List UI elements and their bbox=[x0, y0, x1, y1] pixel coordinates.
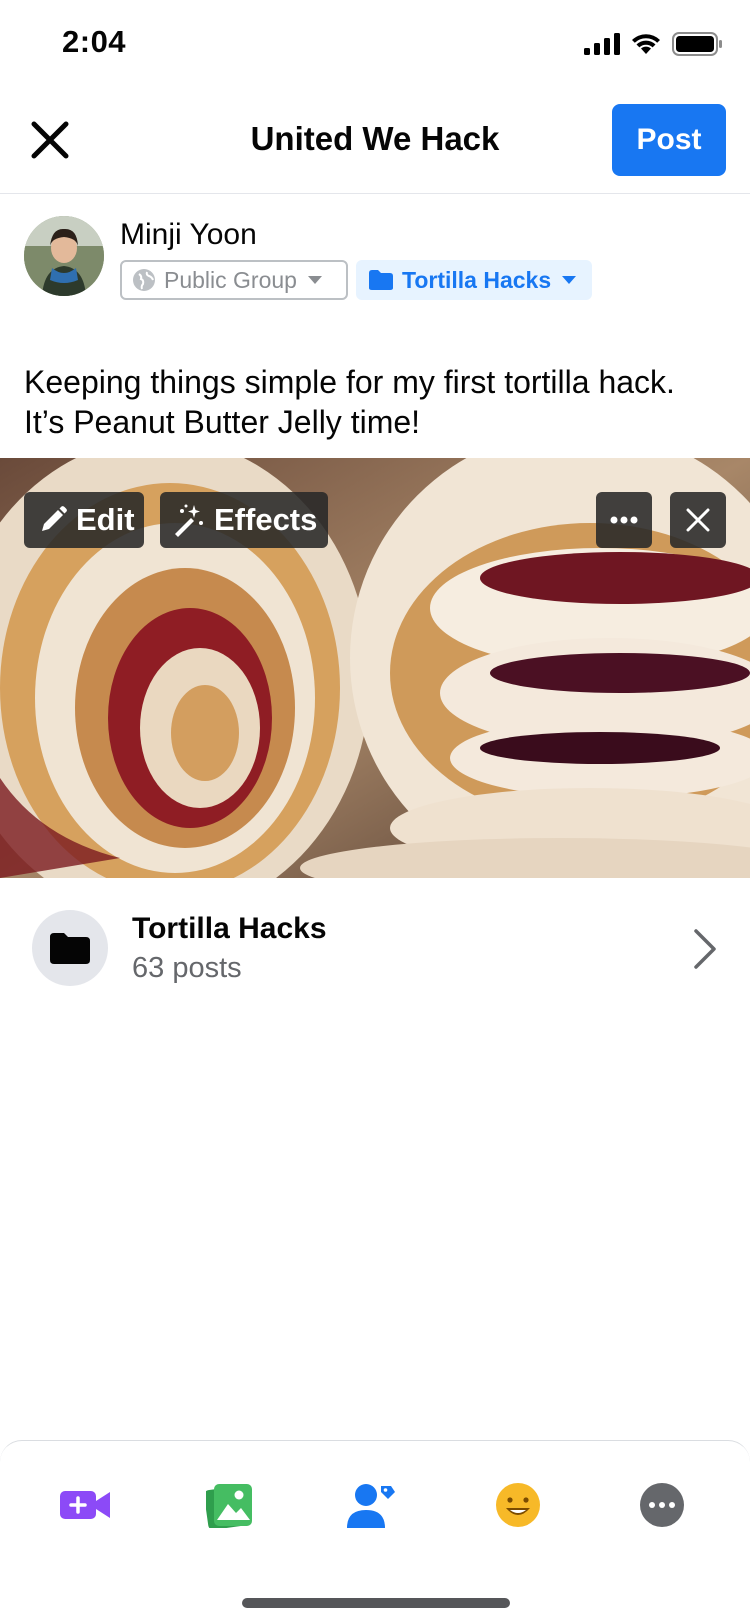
effects-button[interactable]: Effects bbox=[160, 492, 328, 548]
cellular-signal-icon bbox=[584, 33, 620, 55]
photo-icon bbox=[206, 1484, 252, 1528]
photo-more-button[interactable] bbox=[596, 492, 652, 548]
live-video-button[interactable] bbox=[55, 1475, 115, 1535]
composer-toolbar bbox=[0, 1440, 750, 1624]
remove-photo-button[interactable] bbox=[670, 492, 726, 548]
feeling-icon bbox=[496, 1483, 540, 1527]
album-row[interactable]: Tortilla Hacks 63 posts bbox=[0, 900, 750, 1000]
video-add-icon bbox=[60, 1491, 110, 1519]
battery-icon bbox=[672, 32, 722, 56]
author-section: Minji Yoon Public Group Tortilla Hacks bbox=[24, 216, 744, 306]
author-name: Minji Yoon bbox=[120, 218, 257, 251]
status-bar: 2:04 bbox=[0, 0, 750, 90]
post-text-input[interactable]: Keeping things simple for my first torti… bbox=[24, 362, 724, 442]
folder-icon bbox=[50, 933, 90, 964]
album-name: Tortilla Hacks bbox=[132, 912, 327, 945]
chevron-right-icon bbox=[694, 929, 716, 969]
audience-selector[interactable]: Public Group bbox=[120, 260, 348, 300]
avatar-photo bbox=[24, 216, 104, 296]
album-selector[interactable]: Tortilla Hacks bbox=[356, 260, 592, 300]
album-label: Tortilla Hacks bbox=[402, 266, 552, 293]
magic-wand-icon bbox=[175, 504, 203, 537]
album-icon-container bbox=[32, 910, 108, 986]
audience-label: Public Group bbox=[164, 266, 297, 293]
more-icon bbox=[640, 1483, 684, 1527]
album-post-count: 63 posts bbox=[132, 952, 242, 984]
pencil-icon bbox=[42, 506, 67, 531]
status-time: 2:04 bbox=[62, 24, 127, 59]
avatar[interactable] bbox=[24, 216, 104, 296]
photo-attachment[interactable]: Edit Effects bbox=[0, 458, 750, 878]
more-options-button[interactable] bbox=[632, 1475, 692, 1535]
tag-people-icon bbox=[347, 1484, 395, 1528]
feeling-activity-button[interactable] bbox=[488, 1475, 548, 1535]
folder-icon bbox=[369, 270, 393, 290]
photo-video-button[interactable] bbox=[200, 1475, 260, 1535]
edit-label: Edit bbox=[76, 502, 135, 537]
caret-down-icon bbox=[307, 276, 322, 284]
more-horizontal-icon bbox=[610, 516, 638, 524]
effects-label: Effects bbox=[214, 502, 318, 537]
globe-icon bbox=[133, 269, 155, 291]
edit-photo-button[interactable]: Edit bbox=[24, 492, 144, 548]
post-button[interactable]: Post bbox=[612, 104, 726, 176]
caret-down-icon bbox=[562, 276, 577, 284]
composer-header: United We Hack Post bbox=[0, 90, 750, 194]
status-icons bbox=[584, 32, 722, 56]
home-indicator bbox=[242, 1598, 510, 1608]
close-icon bbox=[686, 508, 710, 532]
wifi-icon bbox=[632, 34, 660, 54]
tag-people-button[interactable] bbox=[342, 1475, 402, 1535]
